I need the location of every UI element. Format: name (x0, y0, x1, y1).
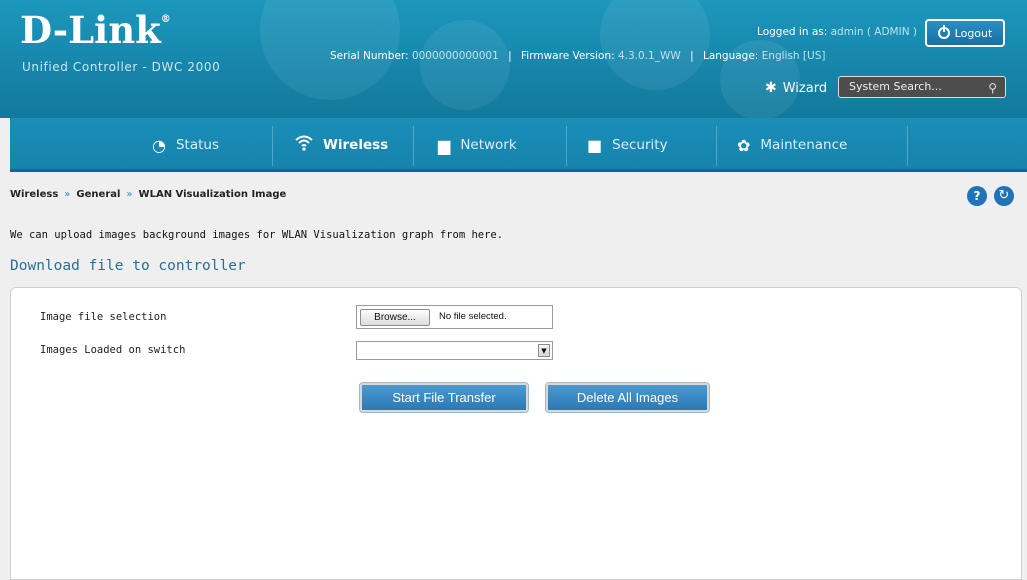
nav-maintenance[interactable]: ✿ Maintenance (737, 118, 847, 172)
logged-in-user: admin ( ADMIN ) (830, 26, 917, 38)
firmware-label: Firmware Version: (521, 50, 615, 62)
breadcrumb-item[interactable]: General (76, 189, 120, 200)
main-nav: ◔ Status Wireless ▆ Network ■ Security ✿… (10, 118, 1027, 172)
chevron-down-icon[interactable]: ▼ (538, 344, 550, 357)
start-file-transfer-button[interactable]: Start File Transfer (360, 383, 528, 412)
wand-icon: ✱ (765, 80, 777, 96)
gears-icon: ✿ (737, 135, 751, 155)
header-bar: D-Link® Unified Controller - DWC 2000 Lo… (0, 0, 1027, 118)
nav-network[interactable]: ▆ Network (438, 118, 517, 172)
header-decoration (420, 20, 510, 110)
wizard-label: Wizard (782, 80, 828, 96)
logout-button[interactable]: Logout (925, 19, 1005, 47)
images-loaded-label: Images Loaded on switch (40, 344, 186, 356)
delete-all-images-button[interactable]: Delete All Images (546, 383, 709, 412)
nav-status[interactable]: ◔ Status (152, 118, 219, 172)
nav-label: Maintenance (760, 137, 848, 153)
nav-wireless[interactable]: Wireless (295, 118, 388, 172)
file-status: No file selected. (439, 311, 507, 322)
wizard-link[interactable]: ✱ Wizard (765, 80, 827, 96)
monitor-icon: ▆ (438, 135, 451, 155)
image-file-label: Image file selection (40, 311, 167, 323)
section-title: Download file to controller (10, 258, 246, 274)
product-name: Unified Controller - DWC 2000 (22, 60, 221, 74)
breadcrumb-item[interactable]: Wireless (10, 189, 58, 200)
breadcrumb: Wireless » General » WLAN Visualization Imag… (10, 189, 286, 200)
form-panel (10, 287, 1022, 580)
image-file-input[interactable]: Browse... No file selected. (356, 305, 553, 329)
images-loaded-select[interactable]: ▼ (356, 341, 553, 360)
browse-button[interactable]: Browse... (360, 309, 430, 326)
page-description: We can upload images background images f… (10, 229, 504, 241)
nav-security[interactable]: ■ Security (587, 118, 668, 172)
wifi-icon (295, 135, 313, 155)
search-placeholder: System Search... (849, 80, 942, 93)
breadcrumb-separator: » (126, 189, 133, 200)
system-search-input[interactable]: System Search... ⚲ (838, 76, 1006, 98)
search-icon[interactable]: ⚲ (988, 78, 997, 98)
logout-label: Logout (954, 26, 993, 40)
breadcrumb-separator: » (64, 189, 71, 200)
language-label: Language: (702, 50, 759, 62)
firmware-value: 4.3.0.1_WW (617, 50, 681, 62)
nav-label: Wireless (323, 137, 389, 153)
serial-label: Serial Number: (330, 50, 409, 62)
device-info: Serial Number: 0000000000001 | Firmware … (330, 50, 826, 62)
power-icon (937, 25, 950, 39)
refresh-icon[interactable]: ↻ (994, 186, 1014, 206)
gauge-icon: ◔ (152, 135, 166, 155)
nav-label: Network (460, 137, 517, 153)
serial-value: 0000000000001 (411, 50, 499, 62)
nav-label: Status (175, 137, 219, 153)
nav-label: Security (612, 137, 668, 153)
dlink-logo: D-Link® (20, 8, 171, 52)
language-value[interactable]: English [US] (762, 50, 826, 62)
header-decoration (600, 0, 710, 90)
login-info: Logged in as: admin ( ADMIN ) (757, 26, 917, 38)
lock-icon: ■ (587, 135, 603, 155)
logged-in-label: Logged in as: (757, 26, 828, 38)
breadcrumb-item: WLAN Visualization Image (138, 189, 287, 200)
help-icon[interactable]: ? (967, 186, 987, 206)
